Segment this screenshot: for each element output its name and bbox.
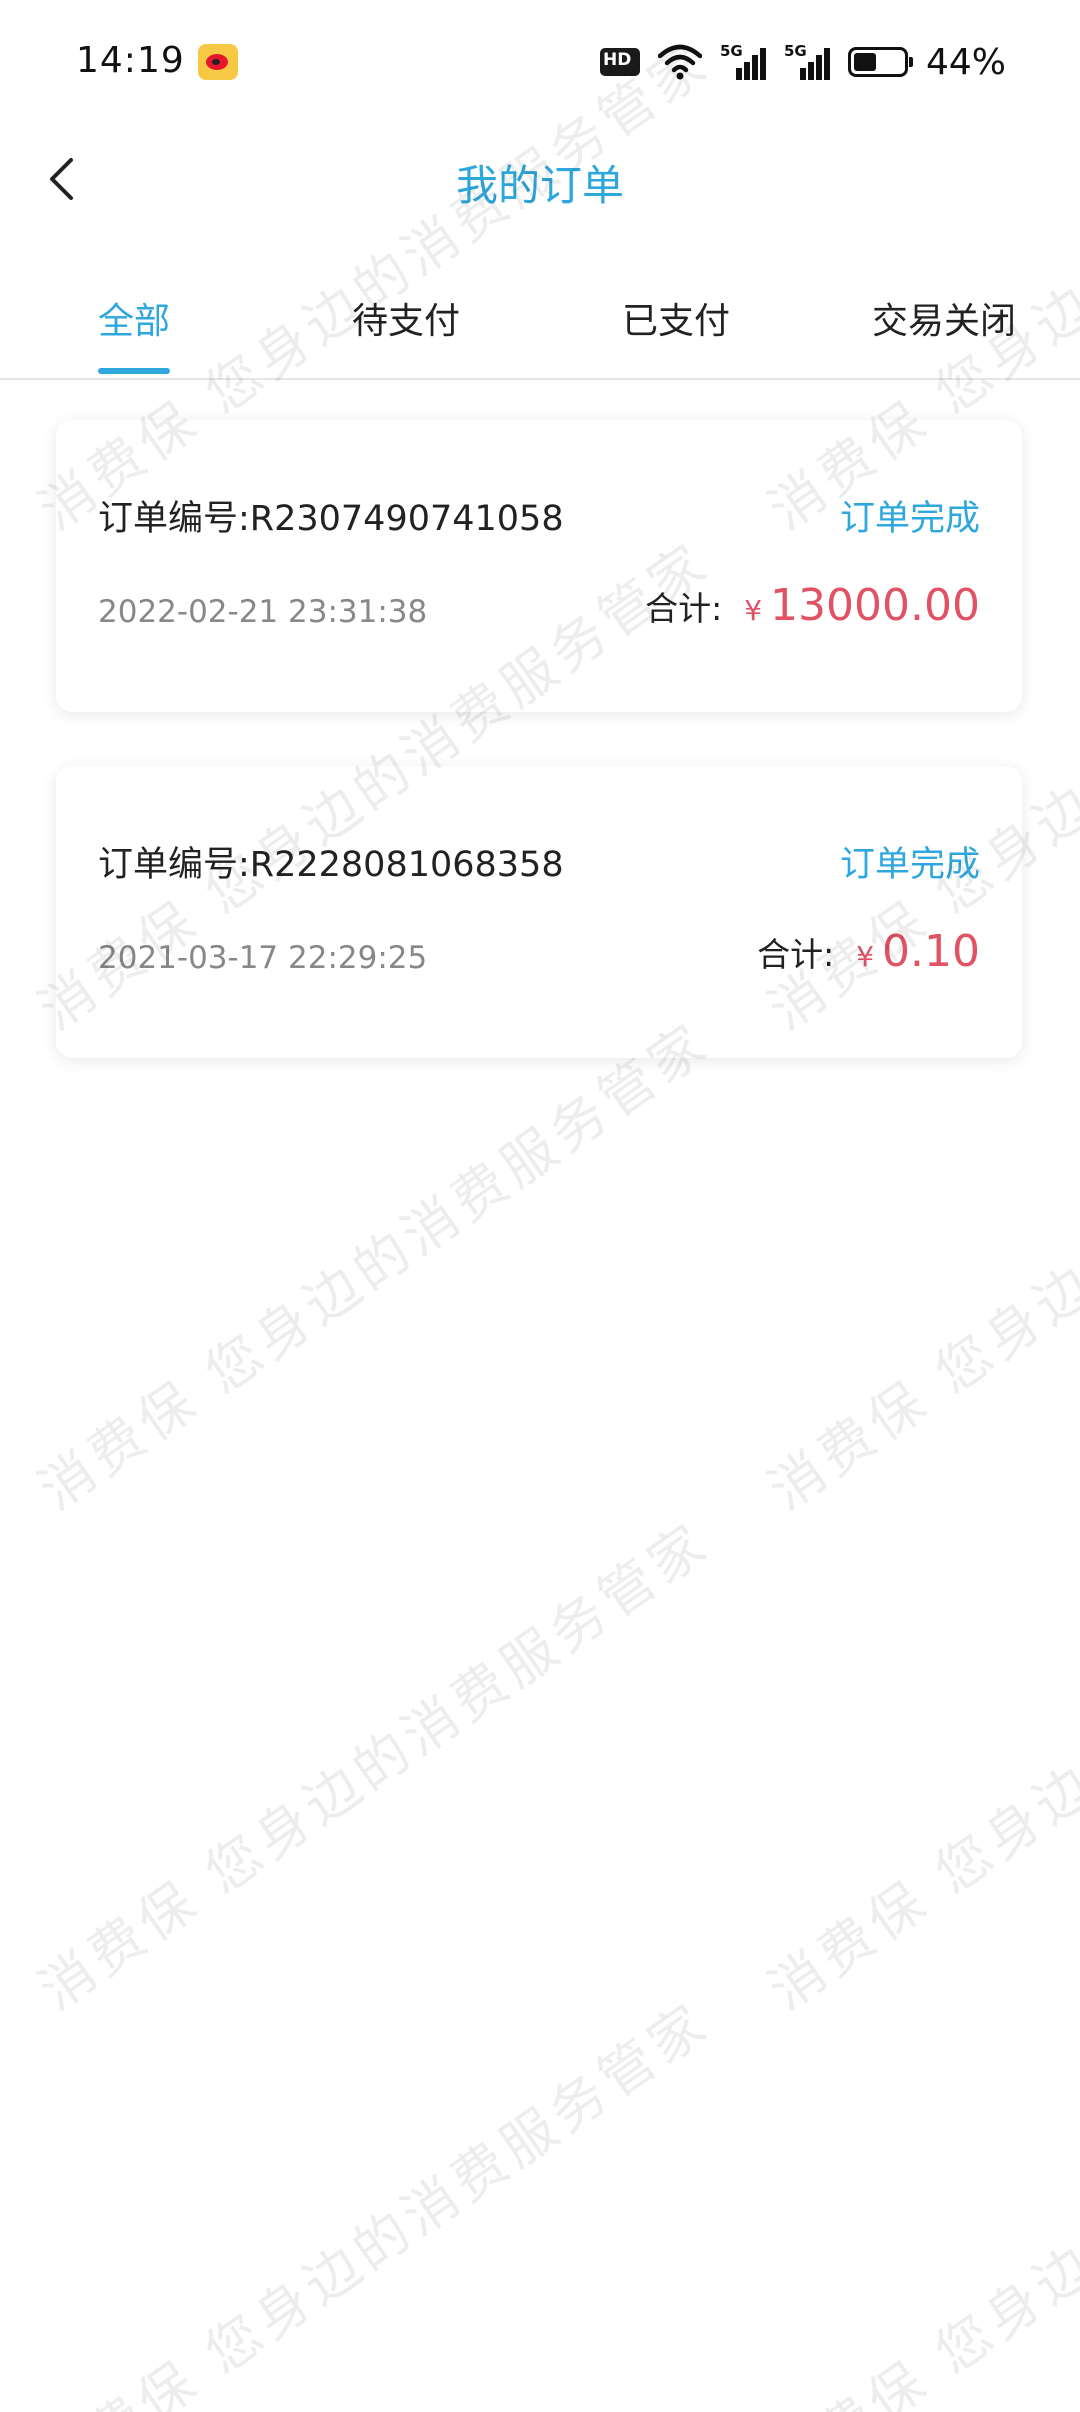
watermark-text: 消费保 您身边的消费服务管家: [757, 1989, 1080, 2412]
order-number: 订单编号:R2228081068358: [98, 845, 564, 885]
signal-strength-icon-2: 5G: [784, 42, 830, 80]
order-amount: 13000.00: [770, 580, 980, 631]
active-tab-indicator: [98, 368, 170, 374]
order-card[interactable]: 订单编号:R2228081068358 订单完成 2021-03-17 22:2…: [56, 766, 1022, 1058]
order-status: 订单完成: [839, 499, 980, 539]
watermark-text: 消费保 您身边的消费服务管家: [757, 1509, 1080, 2023]
battery-icon: [847, 47, 913, 77]
watermark-text: 消费保 您身边的消费服务管家: [757, 1009, 1080, 1523]
order-status-tabs: 全部 待支付 已支付 交易关闭: [0, 270, 1080, 380]
total-label: 合计:: [757, 935, 835, 974]
currency-symbol: ¥: [744, 594, 763, 627]
status-time: 14:19: [76, 40, 185, 81]
tab-pending-payment[interactable]: 待支付: [352, 292, 460, 344]
page-title: 我的订单: [455, 161, 624, 210]
order-date: 2021-03-17 22:29:25: [98, 940, 428, 976]
order-total: 合计: ¥ 0.10: [757, 926, 980, 977]
battery-percentage: 44%: [925, 41, 1006, 83]
order-total: 合计: ¥ 13000.00: [645, 580, 980, 631]
order-date: 2022-02-21 23:31:38: [98, 594, 428, 630]
signal-strength-icon-1: 5G: [720, 42, 766, 80]
watermark-text: 消费保 您身边的消费服务管家: [27, 1989, 722, 2412]
navigation-header: 我的订单: [0, 124, 1080, 236]
order-number: 订单编号:R2307490741058: [98, 499, 564, 539]
weibo-notification-icon: [198, 44, 238, 80]
hd-voice-icon: [599, 48, 640, 76]
order-amount: 0.10: [882, 926, 980, 977]
order-list-page: 14:19 5G 5G: [0, 0, 1080, 2412]
currency-symbol: ¥: [856, 940, 875, 973]
status-bar: 14:19 5G 5G: [0, 0, 1080, 124]
tab-all[interactable]: 全部: [98, 292, 170, 344]
status-indicators: 5G 5G 44%: [599, 40, 1006, 84]
total-label: 合计:: [645, 589, 723, 628]
tab-paid[interactable]: 已支付: [622, 292, 730, 344]
watermark-text: 消费保 您身边的消费服务管家: [27, 1509, 722, 2023]
order-card[interactable]: 订单编号:R2307490741058 订单完成 2022-02-21 23:3…: [56, 420, 1022, 712]
tab-closed[interactable]: 交易关闭: [872, 292, 1016, 344]
order-status: 订单完成: [839, 845, 980, 885]
watermark-text: 消费保 您身边的消费服务管家: [27, 1009, 722, 1523]
wifi-icon: [657, 44, 702, 80]
